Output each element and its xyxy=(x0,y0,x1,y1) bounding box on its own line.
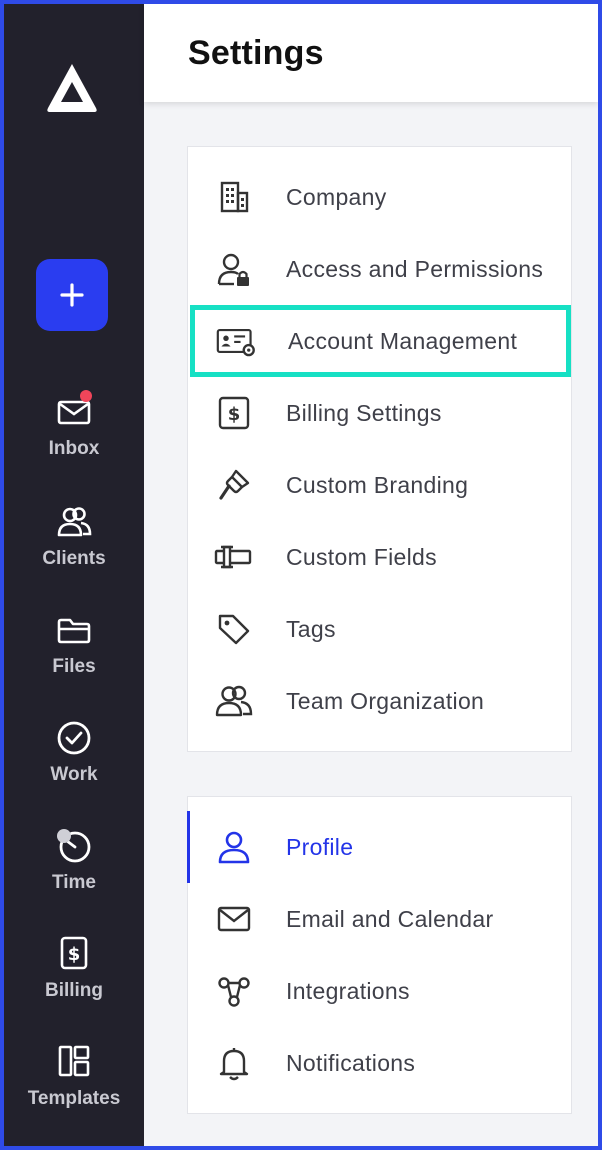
menu-item-billing-settings[interactable]: $ Billing Settings xyxy=(188,377,571,449)
menu-item-label: Email and Calendar xyxy=(286,905,494,932)
nav-files[interactable]: Files xyxy=(4,610,144,678)
menu-item-team-organization[interactable]: Team Organization xyxy=(188,665,571,737)
menu-item-tags[interactable]: Tags xyxy=(188,593,571,665)
nav-work[interactable]: Work xyxy=(4,718,144,786)
nav-templates[interactable]: Templates xyxy=(4,1042,144,1110)
menu-item-custom-branding[interactable]: Custom Branding xyxy=(188,449,571,521)
menu-item-access-permissions[interactable]: Access and Permissions xyxy=(188,233,571,305)
templates-icon xyxy=(54,1042,94,1082)
nav-clients[interactable]: Clients xyxy=(4,502,144,570)
timer-icon xyxy=(54,826,94,866)
menu-item-company[interactable]: Company xyxy=(188,161,571,233)
folder-icon xyxy=(54,610,94,650)
building-icon xyxy=(214,177,254,217)
menu-item-label: Notifications xyxy=(286,1049,416,1076)
menu-item-label: Tags xyxy=(286,615,336,642)
menu-item-custom-fields[interactable]: Custom Fields xyxy=(188,521,571,593)
menu-item-label: Access and Permissions xyxy=(286,255,544,282)
add-button[interactable] xyxy=(36,259,108,331)
logo-icon[interactable] xyxy=(42,58,102,118)
menu-item-label: Custom Branding xyxy=(286,471,469,498)
svg-text:$: $ xyxy=(228,404,241,425)
personal-menu-card: Profile Email and Calendar Integrations … xyxy=(187,796,572,1114)
page-title: Settings xyxy=(188,34,324,72)
menu-item-email-calendar[interactable]: Email and Calendar xyxy=(188,883,571,955)
app-frame: Inbox Clients Files Work Time $ Billing … xyxy=(4,4,598,1146)
notification-dot xyxy=(80,390,92,402)
user-icon xyxy=(214,827,254,867)
user-lock-icon xyxy=(214,249,254,289)
team-icon xyxy=(214,681,254,721)
nav-label: Inbox xyxy=(48,438,100,459)
page-header: Settings xyxy=(144,4,598,102)
menu-item-label: Integrations xyxy=(286,977,410,1004)
brush-icon xyxy=(214,465,254,505)
svg-text:$: $ xyxy=(68,944,81,965)
plus-icon xyxy=(60,283,84,307)
menu-item-label: Team Organization xyxy=(286,687,485,714)
nav-label: Templates xyxy=(27,1088,121,1109)
menu-item-label: Account Management xyxy=(288,327,518,354)
users-icon xyxy=(54,502,94,542)
settings-menu-card: Company Access and Permissions Account M… xyxy=(187,146,572,752)
menu-item-label: Billing Settings xyxy=(286,399,442,426)
check-circle-icon xyxy=(54,718,94,758)
menu-item-integrations[interactable]: Integrations xyxy=(188,955,571,1027)
nav-label: Billing xyxy=(44,980,104,1001)
id-card-gear-icon xyxy=(216,321,256,361)
nav-time[interactable]: Time xyxy=(4,826,144,894)
invoice-icon: $ xyxy=(54,934,94,974)
nav-label: Work xyxy=(50,764,98,785)
sidebar: Inbox Clients Files Work Time $ Billing … xyxy=(4,4,144,1146)
menu-item-label: Custom Fields xyxy=(286,543,437,570)
menu-item-label: Company xyxy=(286,183,387,210)
menu-item-label: Profile xyxy=(286,833,354,860)
nav-label: Clients xyxy=(42,548,106,569)
tag-icon xyxy=(214,609,254,649)
menu-item-notifications[interactable]: Notifications xyxy=(188,1027,571,1099)
bell-icon xyxy=(214,1043,254,1083)
nav-billing[interactable]: $ Billing xyxy=(4,934,144,1002)
share-nodes-icon xyxy=(214,971,254,1011)
nav-inbox[interactable]: Inbox xyxy=(4,390,144,460)
menu-item-account-management[interactable]: Account Management xyxy=(190,305,571,377)
envelope-icon xyxy=(214,899,254,939)
menu-item-profile[interactable]: Profile xyxy=(188,811,571,883)
dollar-doc-icon: $ xyxy=(214,393,254,433)
nav-label: Time xyxy=(51,872,96,893)
text-field-icon xyxy=(214,537,254,577)
nav-label: Files xyxy=(52,656,96,677)
mail-icon xyxy=(54,390,94,432)
